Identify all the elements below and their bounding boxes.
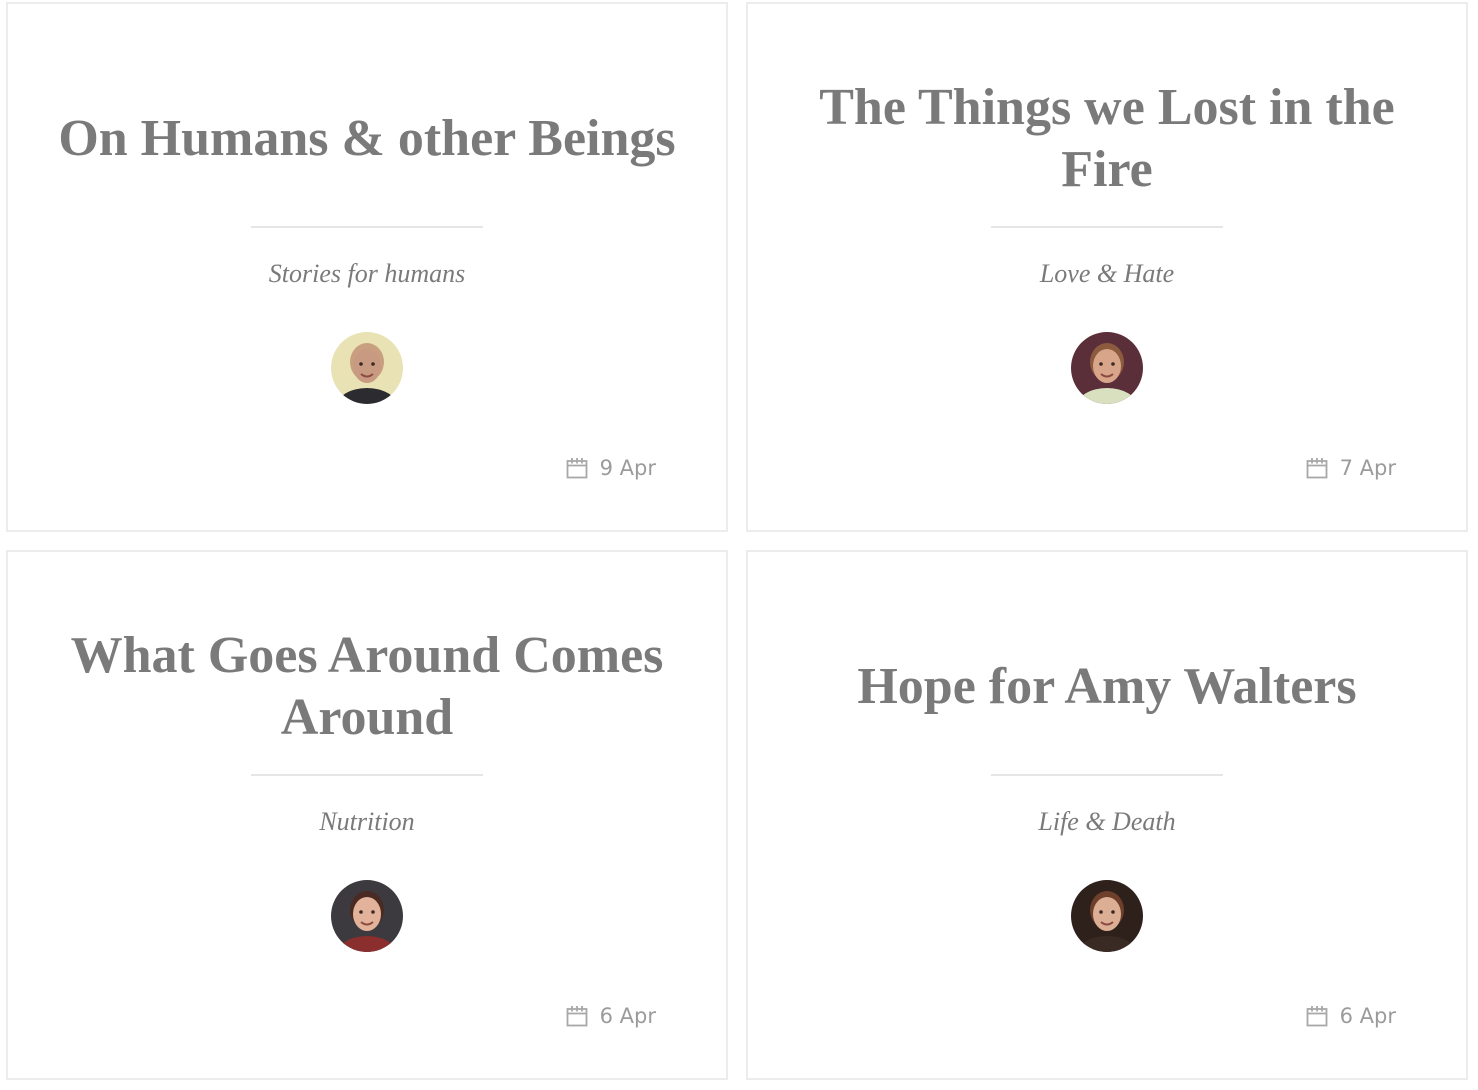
post-card[interactable]: What Goes Around Comes Around Nutrition … (6, 550, 728, 1080)
post-category[interactable]: Life & Death (748, 805, 1466, 839)
post-title-wrap: The Things we Lost in the Fire (788, 60, 1426, 218)
author-avatar[interactable] (331, 880, 403, 952)
post-card[interactable]: Hope for Amy Walters Life & Death 6 Apr (746, 550, 1468, 1080)
title-divider (991, 774, 1223, 776)
calendar-icon (566, 457, 588, 479)
post-title-wrap: What Goes Around Comes Around (48, 608, 686, 766)
post-date-text: 7 Apr (1339, 456, 1396, 480)
post-title-wrap: On Humans & other Beings (48, 60, 686, 218)
title-divider (991, 226, 1223, 228)
calendar-icon (1306, 457, 1328, 479)
calendar-icon (566, 1005, 588, 1027)
post-title[interactable]: What Goes Around Comes Around (48, 625, 686, 749)
post-title[interactable]: On Humans & other Beings (58, 108, 675, 170)
post-date: 9 Apr (566, 454, 656, 482)
author-avatar[interactable] (331, 332, 403, 404)
post-date-text: 6 Apr (1339, 1004, 1396, 1028)
post-title[interactable]: Hope for Amy Walters (857, 656, 1356, 718)
post-category[interactable]: Nutrition (8, 805, 726, 839)
author-avatar[interactable] (1071, 880, 1143, 952)
post-date: 7 Apr (1306, 454, 1396, 482)
post-card[interactable]: The Things we Lost in the Fire Love & Ha… (746, 2, 1468, 532)
author-avatar[interactable] (1071, 332, 1143, 404)
post-date: 6 Apr (1306, 1002, 1396, 1030)
post-category[interactable]: Stories for humans (8, 257, 726, 291)
post-grid: On Humans & other Beings Stories for hum… (0, 0, 1478, 1090)
title-divider (251, 226, 483, 228)
calendar-icon (1306, 1005, 1328, 1027)
post-date-text: 6 Apr (599, 1004, 656, 1028)
post-date-text: 9 Apr (599, 456, 656, 480)
post-date: 6 Apr (566, 1002, 656, 1030)
post-title-wrap: Hope for Amy Walters (788, 608, 1426, 766)
title-divider (251, 774, 483, 776)
post-card[interactable]: On Humans & other Beings Stories for hum… (6, 2, 728, 532)
post-category[interactable]: Love & Hate (748, 257, 1466, 291)
post-title[interactable]: The Things we Lost in the Fire (788, 77, 1426, 201)
